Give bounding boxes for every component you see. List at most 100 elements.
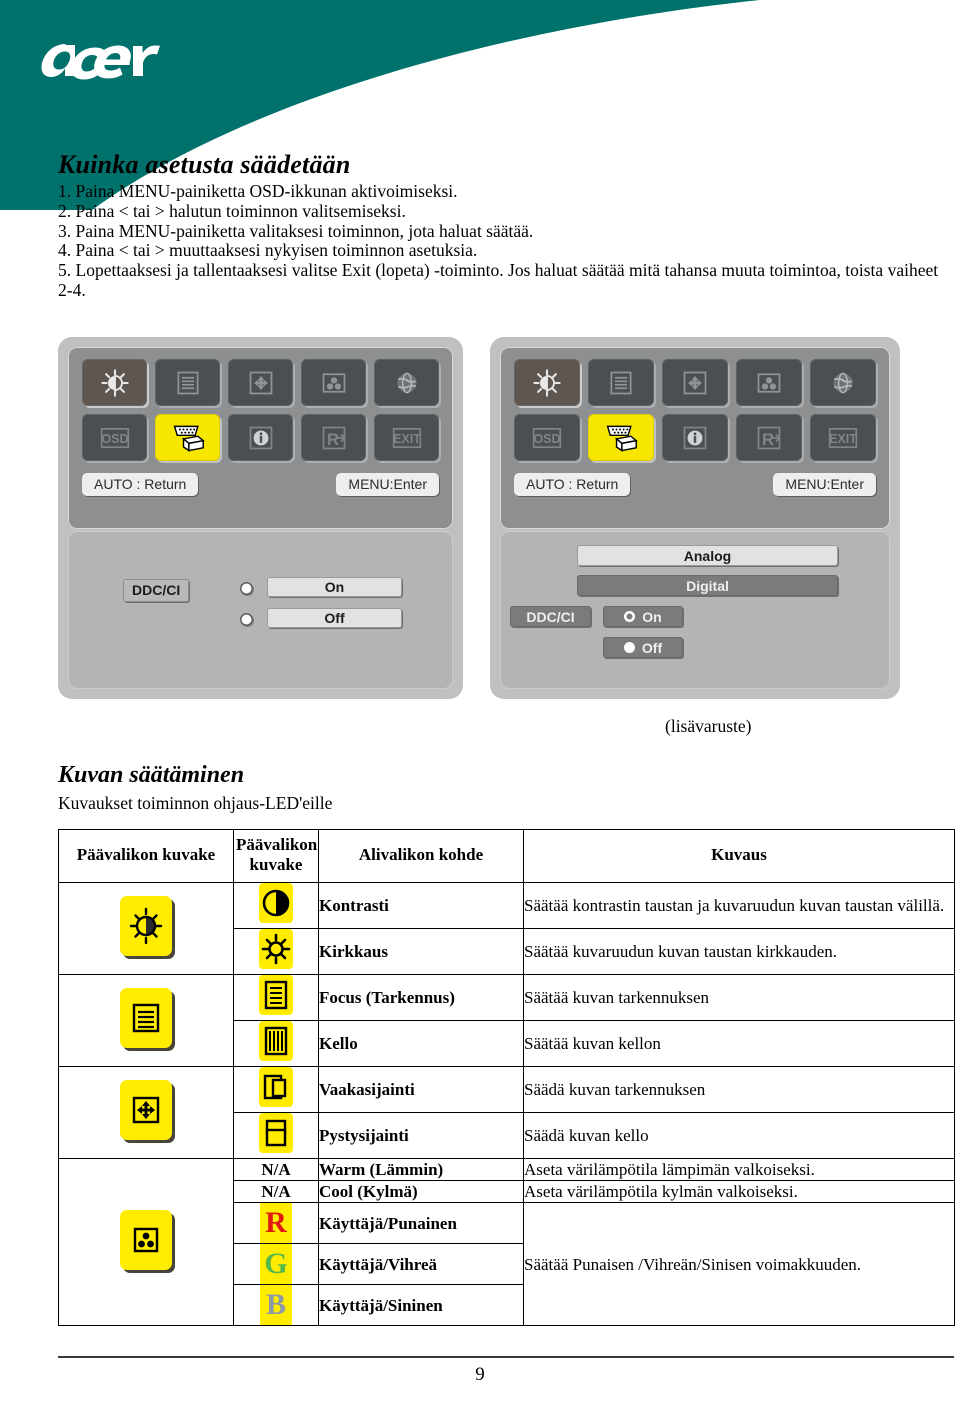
position-icon[interactable] — [662, 359, 728, 406]
ddc-on-label: On — [642, 608, 662, 625]
description: Säädä kuvan tarkennuksen — [523, 1066, 955, 1113]
submenu-item: Käyttäjä/Sininen — [318, 1284, 524, 1326]
description: Aseta värilämpötila kylmän valkoiseksi. — [523, 1180, 955, 1203]
ddc-off-option[interactable]: Off — [603, 637, 683, 658]
red-letter-icon: R — [260, 1203, 292, 1243]
osd-submenu-left: DDC/CI On Off — [68, 531, 453, 689]
osd-screen-right: OSD R EXIT AUTO: Return MENU:Enter Anal… — [490, 337, 900, 699]
page-number: 9 — [475, 1364, 485, 1385]
acer-logo — [26, 30, 176, 92]
header-description: Kuvaus — [523, 829, 955, 883]
focus-clock-tile-icon — [120, 988, 172, 1048]
input-source-icon[interactable] — [155, 414, 220, 461]
na-text: N/A — [261, 1159, 291, 1179]
osd-settings-icon[interactable]: OSD — [82, 414, 147, 461]
description: Säätää kuvaruudun kuvan taustan kirkkaud… — [523, 928, 955, 975]
svg-text:R: R — [762, 430, 774, 449]
ddc-off-radio[interactable] — [623, 642, 635, 653]
submenu-item: Pystysijainti — [318, 1112, 524, 1159]
input-digital-option[interactable]: Digital — [577, 575, 838, 596]
sub-icon-cell: B — [233, 1284, 319, 1326]
menu-enter-key[interactable]: MENU:Enter — [336, 473, 439, 496]
brightness-icon — [259, 929, 293, 969]
submenu-item: Focus (Tarkennus) — [318, 974, 524, 1021]
main-icon-cell — [58, 882, 234, 975]
submenu-item: Vaakasijainti — [318, 1066, 524, 1113]
table-row: Kontrasti Säätää kontrastin taustan ja k… — [58, 882, 955, 975]
reset-icon[interactable]: R — [301, 414, 366, 461]
focus-clock-icon[interactable] — [588, 359, 654, 406]
sub-icon-cell — [233, 928, 319, 975]
ddc-ci-label: DDC/CI — [510, 606, 591, 627]
input-source-icon[interactable] — [588, 414, 654, 461]
language-globe-icon[interactable] — [374, 359, 439, 406]
information-icon[interactable] — [662, 414, 728, 461]
howto-step-3: 3. Paina MENU-painiketta valitaksesi toi… — [58, 220, 534, 241]
position-tile-icon — [120, 1080, 172, 1140]
submenu-item: Kontrasti — [318, 882, 524, 929]
osd-icon-panel-right: OSD R EXIT AUTO: Return MENU:Enter — [500, 347, 890, 529]
osd-icon-grid-left: OSD R EXIT — [68, 347, 453, 465]
ddc-off-radio[interactable] — [240, 613, 253, 626]
ddc-off-label: Off — [641, 639, 663, 656]
description: Aseta värilämpötila lämpimän valkoiseksi… — [523, 1158, 955, 1181]
na-text: N/A — [261, 1181, 291, 1201]
information-icon[interactable] — [228, 414, 293, 461]
h-position-icon — [259, 1067, 293, 1107]
ddc-on-option[interactable]: On — [267, 577, 402, 597]
ddc-on-radio[interactable] — [240, 582, 253, 595]
sub-icon-cell — [233, 1066, 319, 1113]
ddc-on-option[interactable]: On — [603, 606, 683, 627]
brightness-contrast-icon[interactable] — [82, 359, 147, 406]
submenu-item: Warm (Lämmin) — [318, 1158, 524, 1181]
ddc-ci-label: DDC/CI — [123, 579, 190, 602]
focus-clock-icon[interactable] — [155, 359, 220, 406]
brightness-contrast-icon[interactable] — [514, 359, 580, 406]
svg-text:EXIT: EXIT — [393, 432, 421, 446]
osd-settings-icon[interactable]: OSD — [514, 414, 580, 461]
optional-note: (lisävaruste) — [665, 716, 752, 736]
submenu-item: Käyttäjä/Vihreä — [318, 1243, 524, 1285]
language-globe-icon[interactable] — [810, 359, 876, 406]
table-header-row: Päävalikon kuvake Päävalikon kuvake Aliv… — [58, 829, 955, 883]
input-analog-option[interactable]: Analog — [577, 545, 838, 566]
description: Säätää kontrastin taustan ja kuvaruudun … — [523, 882, 955, 929]
reset-icon[interactable]: R — [736, 414, 802, 461]
description: Säätää Punaisen /Vihreän/Sinisen voimakk… — [523, 1202, 955, 1326]
howto-step-2: 2. Paina < tai > halutun toiminnon valit… — [58, 200, 406, 221]
main-icon-cell — [58, 1066, 234, 1159]
ddc-off-option[interactable]: Off — [267, 608, 402, 628]
howto-step-4: 4. Paina < tai > muuttaaksesi nykyisen t… — [58, 240, 478, 261]
osd-key-hints-left: AUTO : Return MENU:Enter — [68, 465, 453, 508]
clock-icon — [259, 1021, 293, 1061]
sub-icon-cell — [233, 1112, 319, 1159]
submenu-item: Käyttäjä/Punainen — [318, 1202, 524, 1244]
table-row: Focus (Tarkennus) Säätää kuvan tarkennuk… — [58, 974, 955, 1067]
ddc-on-radio[interactable] — [624, 611, 635, 622]
menu-enter-key[interactable]: MENU:Enter — [773, 473, 876, 496]
description: Säädä kuvan kello — [523, 1112, 955, 1159]
exit-icon[interactable]: EXIT — [374, 414, 439, 461]
howto-step-5: 5. Lopettaaksesi ja tallentaaksesi valit… — [58, 260, 939, 300]
color-icon[interactable] — [301, 359, 366, 406]
color-icon[interactable] — [736, 359, 802, 406]
auto-return-key[interactable]: AUTO : Return — [514, 473, 631, 496]
howto-section: Kuinka asetusta säädetään 1. Paina MENU-… — [58, 150, 948, 301]
main-icon-cell — [58, 974, 234, 1067]
section-subtitle: Kuvaukset toiminnon ohjaus-LED'eille — [58, 793, 333, 813]
osd-icon-grid-right: OSD R EXIT — [500, 347, 890, 465]
exit-icon[interactable]: EXIT — [810, 414, 876, 461]
header-main-icon: Päävalikon kuvake — [58, 829, 234, 883]
position-icon[interactable] — [228, 359, 293, 406]
table-row: N/A Warm (Lämmin) Aseta värilämpötila lä… — [58, 1158, 955, 1326]
sub-icon-cell: N/A — [233, 1158, 319, 1181]
header-sub-icon: Päävalikon kuvake — [233, 829, 319, 883]
page-title: Kuinka asetusta säädetään — [58, 150, 351, 179]
sub-icon-cell: N/A — [233, 1180, 319, 1203]
osd-screen-left: OSD R EXIT AUTO: Return MENU:Enter DDC/… — [58, 337, 463, 699]
header-submenu-item: Alivalikon kohde — [318, 829, 524, 883]
auto-return-key[interactable]: AUTO : Return — [82, 473, 199, 496]
footer-rule — [58, 1356, 954, 1358]
sub-icon-cell: R — [233, 1202, 319, 1244]
osd-screenshots: OSD R EXIT AUTO: Return MENU:Enter DDC/… — [0, 335, 960, 705]
